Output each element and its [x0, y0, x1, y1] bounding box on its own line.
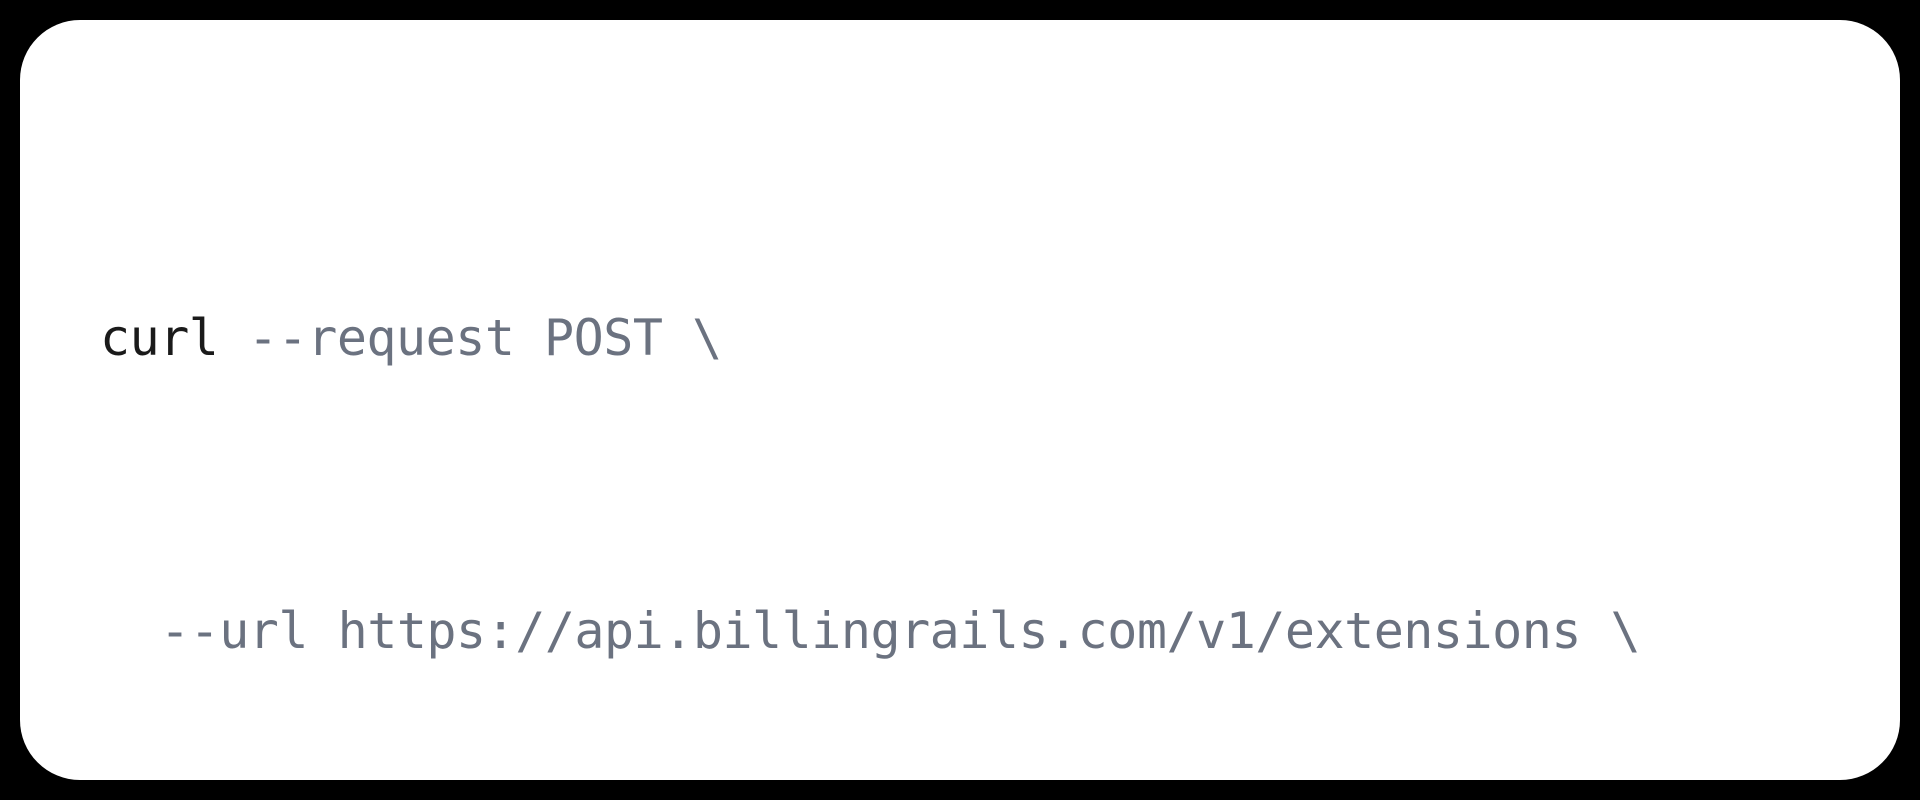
- fade-overlay: [20, 720, 1900, 780]
- code-snippet-card: curl --request POST \ --url https://api.…: [20, 20, 1900, 780]
- code-cmd: curl: [100, 309, 218, 367]
- code-line-2: --url https://api.billingrails.com/v1/ex…: [100, 583, 1820, 681]
- code-line-1: curl --request POST \: [100, 290, 1820, 388]
- code-block: curl --request POST \ --url https://api.…: [100, 95, 1820, 780]
- code-text: --request POST \: [218, 309, 721, 367]
